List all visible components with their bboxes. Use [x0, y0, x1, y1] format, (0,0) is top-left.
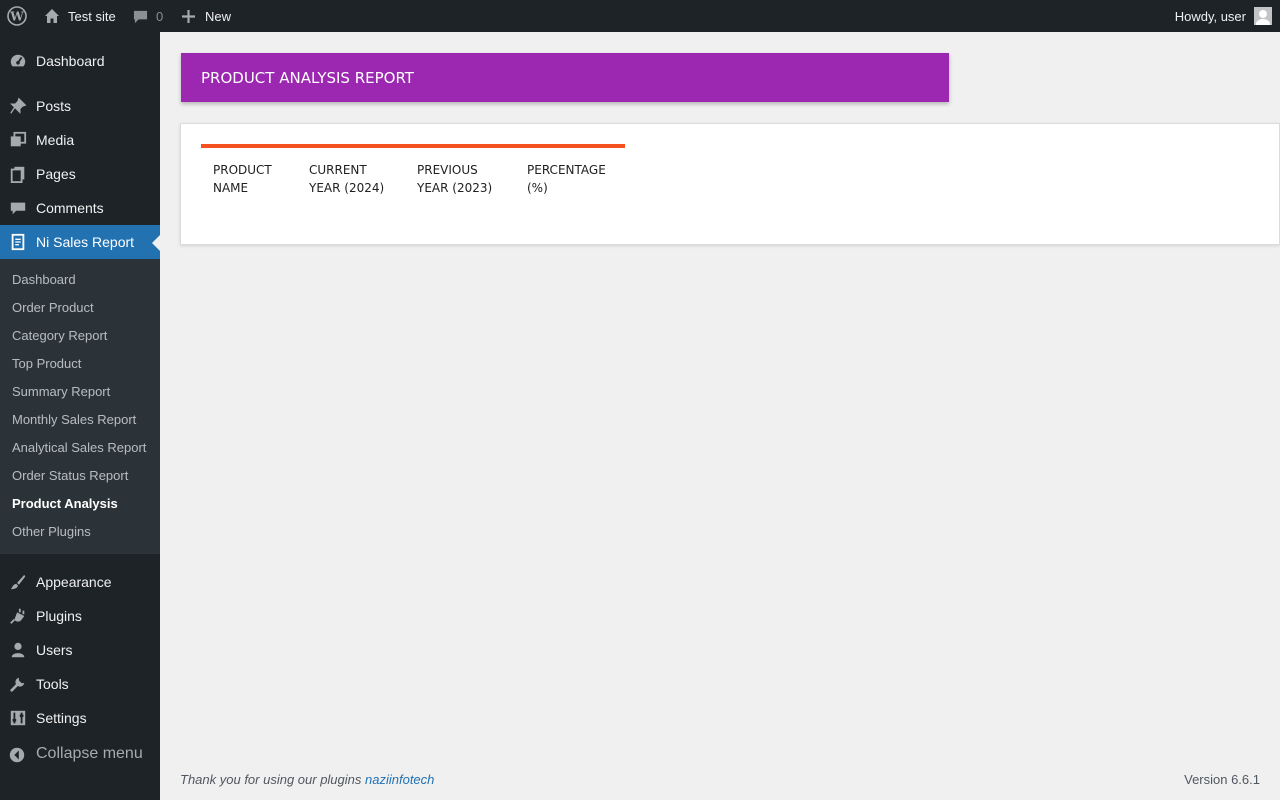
header-line: NAME	[213, 181, 249, 195]
menu-label: Plugins	[36, 608, 82, 624]
footer-version: Version 6.6.1	[1184, 772, 1260, 787]
naziinfotech-link[interactable]: naziinfotech	[365, 772, 434, 787]
product-analysis-table: PRODUCT NAME CURRENT YEAR (2024) PREVIOU…	[201, 161, 625, 197]
home-icon	[45, 9, 59, 23]
header-line: YEAR (2024)	[309, 181, 385, 195]
site-name-link[interactable]: Test site	[44, 0, 116, 32]
new-content-link[interactable]: New	[182, 0, 231, 32]
admin-sidebar: Dashboard Posts Media Pages Comments Ni …	[0, 32, 160, 800]
comments-count: 0	[156, 8, 164, 24]
footer-thanks: Thank you for using our plugins naziinfo…	[180, 772, 434, 787]
report-title-banner: PRODUCT ANALYSIS REPORT	[181, 53, 949, 102]
menu-appearance[interactable]: Appearance	[0, 565, 160, 599]
collapse-menu-button[interactable]: Collapse menu	[0, 740, 160, 770]
menu-plugins[interactable]: Plugins	[0, 599, 160, 633]
menu-label: Posts	[36, 98, 72, 114]
column-header-percentage: PERCENTAGE (%)	[515, 161, 625, 197]
svg-text:W: W	[9, 10, 24, 24]
menu-label: Appearance	[36, 574, 112, 590]
menu-settings[interactable]: Settings	[0, 701, 160, 735]
wrench-icon	[8, 676, 28, 692]
menu-label: Pages	[36, 166, 76, 182]
menu-pages[interactable]: Pages	[0, 157, 160, 191]
menu-ni-sales-report[interactable]: Ni Sales Report	[0, 225, 160, 259]
pin-icon	[8, 97, 28, 114]
header-line: PRODUCT	[213, 163, 272, 177]
header-line: (%)	[527, 181, 548, 195]
menu-users[interactable]: Users	[0, 633, 160, 667]
page-title: PRODUCT ANALYSIS REPORT	[201, 68, 414, 87]
media-icon	[8, 131, 28, 148]
menu-tools[interactable]: Tools	[0, 667, 160, 701]
submenu-item-monthly-sales-report[interactable]: Monthly Sales Report	[12, 412, 136, 427]
submenu-item-top-product[interactable]: Top Product	[12, 356, 81, 371]
menu-label: Settings	[36, 710, 87, 726]
site-name: Test site	[68, 8, 116, 24]
comment-bubble-icon	[133, 10, 148, 23]
submenu-item-category-report[interactable]: Category Report	[12, 328, 107, 343]
menu-label: Users	[36, 642, 73, 658]
plus-icon	[182, 9, 195, 23]
submenu-item-dashboard[interactable]: Dashboard	[12, 272, 76, 287]
footer-thanks-text: Thank you for using our plugins	[180, 772, 362, 787]
avatar	[1254, 7, 1272, 25]
column-header-previous-year: PREVIOUS YEAR (2023)	[405, 161, 515, 197]
plugin-icon	[8, 608, 28, 624]
header-line: YEAR (2023)	[417, 181, 493, 195]
collapse-arrow-icon	[8, 746, 26, 769]
user-icon	[8, 642, 28, 658]
accent-rule	[201, 144, 625, 148]
pages-icon	[8, 166, 28, 183]
comments-link[interactable]: 0	[133, 0, 163, 32]
menu-label: Ni Sales Report	[36, 234, 135, 250]
submenu-item-summary-report[interactable]: Summary Report	[12, 384, 110, 399]
dashboard-icon	[8, 53, 28, 69]
menu-label: Media	[36, 132, 75, 148]
comments-icon	[8, 200, 28, 216]
admin-bar: W Test site 0 New Howdy, user	[0, 0, 1280, 32]
column-header-product-name: PRODUCT NAME	[201, 161, 297, 197]
menu-label: Dashboard	[36, 53, 105, 69]
submenu-item-order-status-report[interactable]: Order Status Report	[12, 468, 128, 483]
column-header-current-year: CURRENT YEAR (2024)	[297, 161, 405, 197]
menu-posts[interactable]: Posts	[0, 89, 160, 123]
submenu-item-order-product[interactable]: Order Product	[12, 300, 94, 315]
collapse-menu-label: Collapse menu	[36, 745, 143, 762]
settings-icon	[8, 710, 28, 726]
menu-label: Comments	[36, 200, 104, 216]
header-line: CURRENT	[309, 163, 367, 177]
menu-dashboard[interactable]: Dashboard	[0, 44, 160, 78]
header-line: PERCENTAGE	[527, 163, 606, 177]
new-label: New	[205, 8, 232, 24]
menu-label: Tools	[36, 676, 69, 692]
my-account-link[interactable]: Howdy, user	[1175, 0, 1272, 32]
header-line: PREVIOUS	[417, 163, 478, 177]
table-header-row: PRODUCT NAME CURRENT YEAR (2024) PREVIOU…	[201, 161, 625, 197]
submenu: Dashboard Order Product Category Report …	[0, 259, 160, 554]
report-icon	[8, 233, 28, 251]
submenu-item-other-plugins[interactable]: Other Plugins	[12, 524, 91, 539]
menu-comments[interactable]: Comments	[0, 191, 160, 225]
submenu-item-analytical-sales-report[interactable]: Analytical Sales Report	[12, 440, 146, 455]
brush-icon	[8, 574, 28, 590]
menu-media[interactable]: Media	[0, 123, 160, 157]
wordpress-logo-icon[interactable]: W	[7, 0, 29, 32]
submenu-item-product-analysis[interactable]: Product Analysis	[12, 496, 118, 511]
report-card: PRODUCT NAME CURRENT YEAR (2024) PREVIOU…	[180, 123, 1280, 245]
howdy-text: Howdy, user	[1174, 8, 1246, 24]
